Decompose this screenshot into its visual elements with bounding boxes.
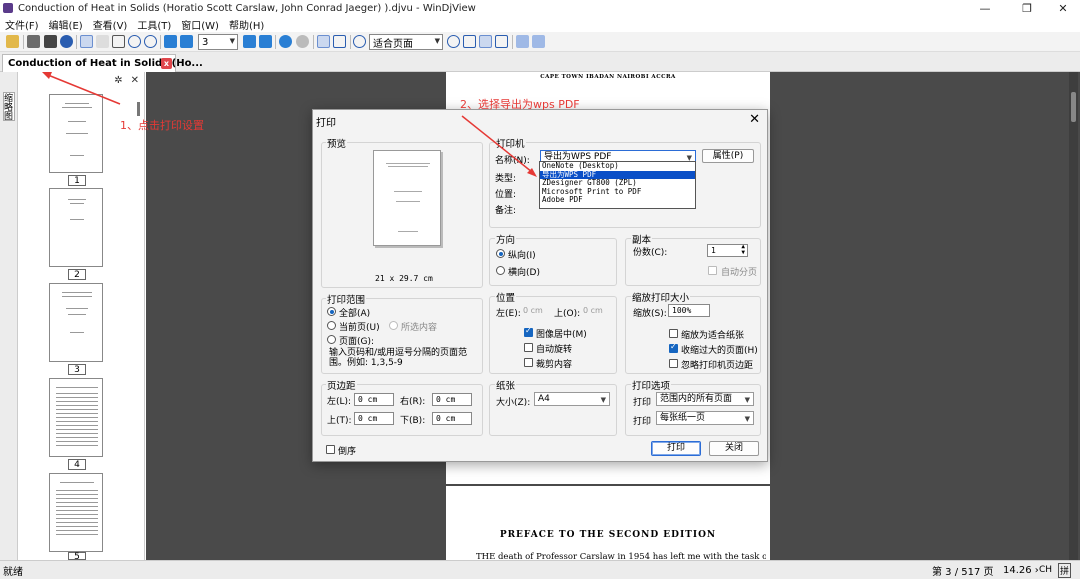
annotation-step2: 2、选择导出为wps PDF <box>460 98 580 111</box>
annotation-arrows <box>42 72 537 177</box>
annotation-step1: 1、点击打印设置 <box>120 119 204 132</box>
